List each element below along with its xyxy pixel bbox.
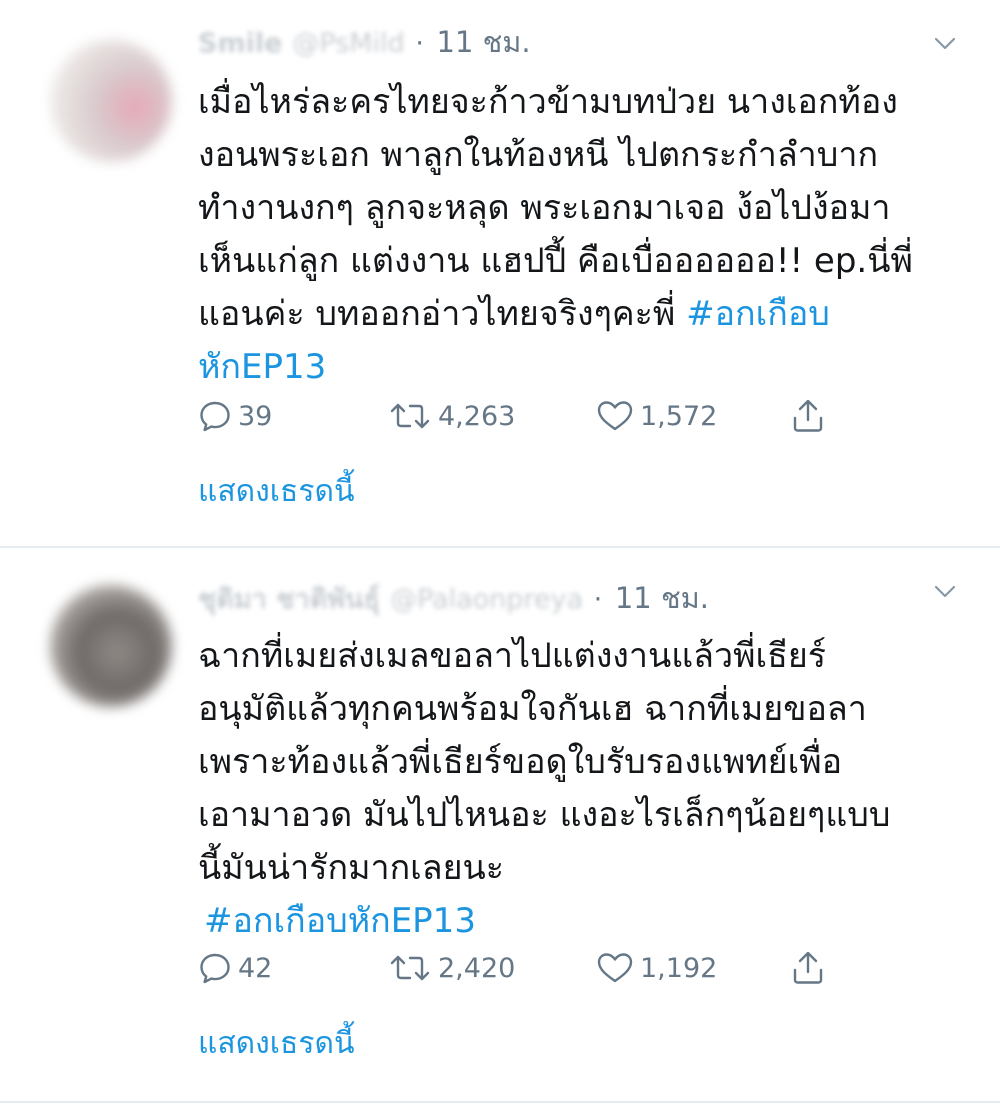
tweet-text: เมื่อไหร่ละครไทยจะก้าวข้ามบทป่วย นางเอกท…	[198, 76, 968, 394]
tweet-text: ฉากที่เมยส่งเมลขอลาไปแต่งงานแล้วพี่เธียร…	[198, 630, 968, 948]
share-icon	[790, 950, 826, 986]
hashtag-link-continued[interactable]: หักEP13	[198, 341, 968, 394]
reply-count: 42	[238, 952, 273, 984]
retweet-button[interactable]: 4,263	[388, 394, 515, 438]
reply-button[interactable]: 42	[198, 946, 272, 990]
avatar[interactable]	[50, 40, 172, 162]
tweet-header: Smile @PsMild · 11 ชม.	[198, 22, 920, 62]
share-icon	[790, 398, 826, 434]
display-name[interactable]: Smile	[198, 28, 282, 59]
tweet-text-line: นี้มันน่ารักมากเลยนะ	[198, 848, 505, 888]
tweet-text-line: เมื่อไหร่ละครไทยจะก้าวข้ามบทป่วย นางเอกท…	[198, 82, 898, 122]
like-button[interactable]: 1,192	[596, 946, 717, 990]
hashtag-link[interactable]: #อกเกือบ	[686, 294, 830, 334]
show-thread-link[interactable]: แสดงเธรดนี้	[198, 468, 354, 515]
tweet-text-segment: แอนค่ะ บทออกอ่าวไทยจริงๆคะพี่	[198, 294, 687, 334]
tweet-text-line: แอนค่ะ บทออกอ่าวไทยจริงๆคะพี่ #อกเกือบ	[198, 288, 968, 341]
tweet-actions: 39 4,263 1,572	[198, 394, 878, 438]
retweet-button[interactable]: 2,420	[388, 946, 515, 990]
like-count: 1,572	[640, 400, 718, 432]
hashtag-link[interactable]: #อกเกือบหักEP13	[198, 895, 968, 948]
tweet-text-line: งอนพระเอก พาลูกในท้องหนี ไปตกระกำลำบาก	[198, 135, 879, 175]
tweet-text-line: เอามาอวด มันไปไหนอะ แงอะไรเล็กๆน้อยๆแบบ	[198, 795, 891, 835]
like-count: 1,192	[640, 952, 718, 984]
tweet-text-line: ทำงานงกๆ ลูกจะหลุด พระเอกมาเจอ ง้อไปง้อม…	[198, 188, 891, 228]
separator-dot: ·	[593, 584, 603, 615]
tweet-text-line: อนุมัติแล้วทุกคนพร้อมใจกันเฮ ฉากที่เมยขอ…	[198, 689, 867, 729]
reply-button[interactable]: 39	[198, 394, 272, 438]
reply-icon	[198, 399, 232, 433]
reply-icon	[198, 951, 232, 985]
user-handle[interactable]: @Palaonpreya	[390, 584, 583, 615]
retweet-count: 4,263	[438, 400, 516, 432]
share-button[interactable]	[790, 394, 826, 438]
heart-icon	[596, 951, 634, 985]
display-name[interactable]: ชุติมา ชาติพันธุ์	[198, 584, 380, 615]
retweet-icon	[388, 399, 432, 433]
retweet-icon	[388, 951, 432, 985]
tweet-actions: 42 2,420 1,192	[198, 946, 878, 990]
tweet-text-line: ฉากที่เมยส่งเมลขอลาไปแต่งงานแล้วพี่เธียร…	[198, 636, 827, 676]
timestamp[interactable]: 11 ชม.	[615, 581, 709, 615]
user-handle[interactable]: @PsMild	[292, 28, 404, 59]
chevron-down-icon[interactable]	[934, 580, 956, 602]
tweet[interactable]: Smile @PsMild · 11 ชม. เมื่อไหร่ละครไทยจะ…	[0, 0, 1000, 548]
show-thread-link[interactable]: แสดงเธรดนี้	[198, 1020, 354, 1067]
tweet-text-line: เพราะท้องแล้วพี่เธียร์ขอดูใบรับรองแพทย์เ…	[198, 742, 843, 782]
chevron-down-icon[interactable]	[934, 32, 956, 54]
timestamp[interactable]: 11 ชม.	[437, 25, 531, 59]
tweet-feed: Smile @PsMild · 11 ชม. เมื่อไหร่ละครไทยจะ…	[0, 0, 1000, 1103]
avatar[interactable]	[50, 585, 172, 707]
tweet-header: ชุติมา ชาติพันธุ์ @Palaonpreya · 11 ชม.	[198, 578, 920, 618]
separator-dot: ·	[415, 28, 424, 59]
retweet-count: 2,420	[438, 952, 516, 984]
reply-count: 39	[238, 400, 273, 432]
heart-icon	[596, 399, 634, 433]
tweet[interactable]: ชุติมา ชาติพันธุ์ @Palaonpreya · 11 ชม. ฉ…	[0, 548, 1000, 1103]
like-button[interactable]: 1,572	[596, 394, 717, 438]
tweet-text-line: เห็นแก่ลูก แต่งงาน แฮปปี้ คือเบื่ออออออ!…	[198, 241, 913, 281]
share-button[interactable]	[790, 946, 826, 990]
